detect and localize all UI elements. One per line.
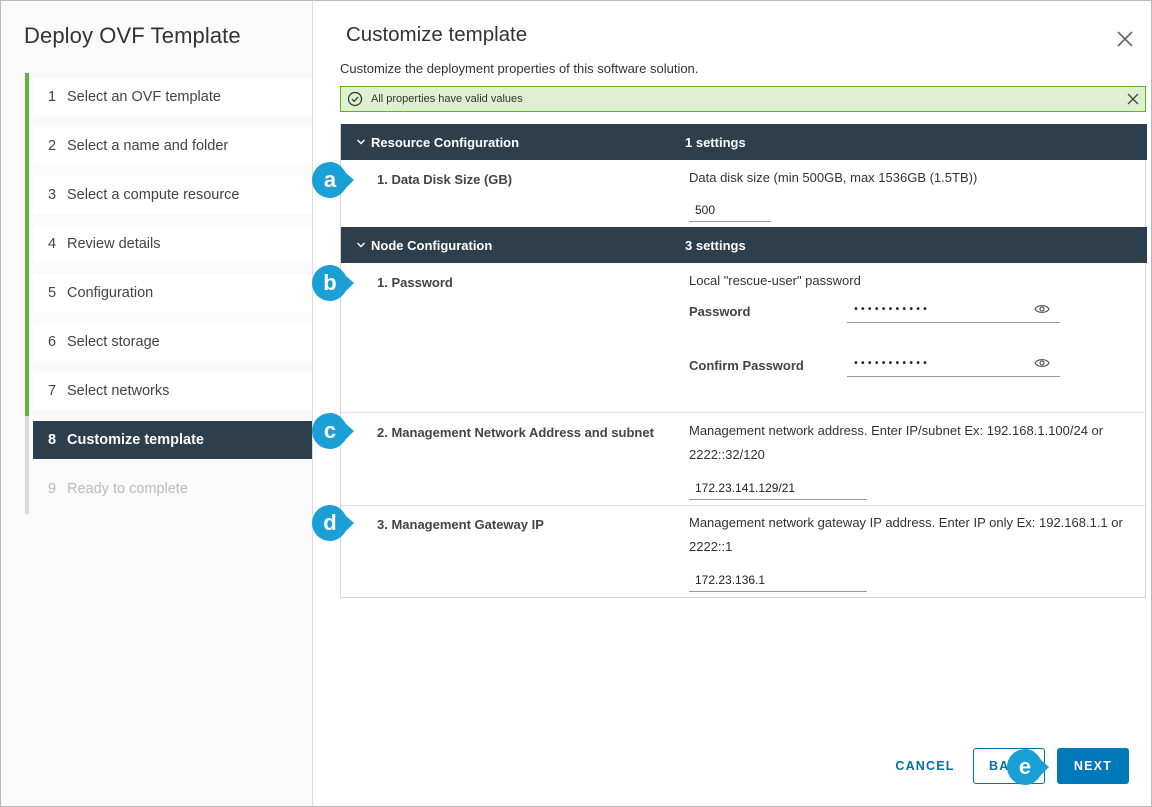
properties-table: Resource Configuration 1 settings 1. Dat… xyxy=(340,124,1147,598)
prop-desc-management-gateway-ip: Management network gateway IP address. E… xyxy=(689,515,1123,554)
step-number: 2 xyxy=(48,138,57,154)
callout-badge-c: c xyxy=(311,411,355,451)
password-input[interactable] xyxy=(847,297,1027,321)
callout-letter: e xyxy=(1018,754,1032,779)
alert-text: All properties have valid values xyxy=(371,93,523,105)
prop-desc-data-disk-size: Data disk size (min 500GB, max 1536GB (1… xyxy=(689,170,978,185)
step-number: 5 xyxy=(48,285,57,301)
step-stripe xyxy=(25,269,29,318)
confirm-password-input[interactable] xyxy=(847,351,1027,375)
step-label: Ready to complete xyxy=(67,481,188,497)
step-label: Select an OVF template xyxy=(67,89,221,105)
next-button[interactable]: NEXT xyxy=(1057,748,1129,784)
step-customize-template[interactable]: 8 Customize template xyxy=(25,416,312,465)
step-label: Select storage xyxy=(67,334,160,350)
password-field[interactable] xyxy=(847,297,1060,323)
step-label: Select a compute resource xyxy=(67,187,240,203)
group-header-node-configuration[interactable]: Node Configuration 3 settings xyxy=(341,227,1147,263)
step-select-networks[interactable]: 7 Select networks xyxy=(25,367,312,416)
main-panel: Customize template Customize the deploym… xyxy=(313,1,1151,806)
prop-label-data-disk-size: 1. Data Disk Size (GB) xyxy=(377,172,513,187)
check-circle-icon xyxy=(347,91,363,107)
row-divider xyxy=(341,505,1147,506)
eye-icon[interactable] xyxy=(1034,357,1050,369)
step-select-ovf-template[interactable]: 1 Select an OVF template xyxy=(25,73,312,122)
prop-label-management-gateway-ip: 3. Management Gateway IP xyxy=(377,517,544,532)
group-name: Resource Configuration xyxy=(371,134,520,150)
prop-label-management-network-address: 2. Management Network Address and subnet xyxy=(377,425,654,440)
eye-icon[interactable] xyxy=(1034,303,1050,315)
close-icon[interactable] xyxy=(1113,27,1137,51)
step-number: 1 xyxy=(48,89,57,105)
management-gateway-ip-input[interactable] xyxy=(689,568,867,592)
step-label: Select a name and folder xyxy=(67,138,229,154)
step-select-storage[interactable]: 6 Select storage xyxy=(25,318,312,367)
step-number: 6 xyxy=(48,334,57,350)
callout-badge-a: a xyxy=(311,160,355,200)
prop-desc-management-network-address: Management network address. Enter IP/sub… xyxy=(689,423,1104,462)
chevron-down-icon[interactable] xyxy=(355,136,367,148)
wizard-steps: 1 Select an OVF template 2 Select a name a… xyxy=(25,73,312,514)
group-header-resource-configuration[interactable]: Resource Configuration 1 settings xyxy=(341,124,1147,160)
step-select-compute-resource[interactable]: 3 Select a compute resource xyxy=(25,171,312,220)
confirm-password-field[interactable] xyxy=(847,351,1060,377)
step-label: Customize template xyxy=(67,432,204,448)
step-configuration[interactable]: 5 Configuration xyxy=(25,269,312,318)
close-icon[interactable] xyxy=(1125,91,1141,107)
step-number: 8 xyxy=(48,432,57,448)
step-ready-to-complete: 9 Ready to complete xyxy=(25,465,312,514)
callout-badge-b: b xyxy=(311,263,355,303)
step-stripe xyxy=(25,416,29,465)
step-label: Review details xyxy=(67,236,161,252)
step-stripe xyxy=(25,318,29,367)
wizard-title: Deploy OVF Template xyxy=(24,23,241,48)
step-stripe xyxy=(25,171,29,220)
step-select-name-folder[interactable]: 2 Select a name and folder xyxy=(25,122,312,171)
step-review-details[interactable]: 4 Review details xyxy=(25,220,312,269)
callout-letter: d xyxy=(323,510,337,535)
step-stripe xyxy=(25,73,29,122)
management-network-address-input[interactable] xyxy=(689,476,867,500)
prop-desc-password: Local "rescue-user" password xyxy=(689,273,861,288)
dialog: Deploy OVF Template 1 Select an OVF templ… xyxy=(0,0,1152,807)
step-number: 4 xyxy=(48,236,57,252)
step-stripe xyxy=(25,122,29,171)
callout-letter: c xyxy=(323,418,337,443)
step-number: 3 xyxy=(48,187,57,203)
data-disk-size-input[interactable] xyxy=(689,198,771,222)
group-count: 1 settings xyxy=(685,134,746,150)
row-divider xyxy=(341,412,1147,413)
step-label: Select networks xyxy=(67,383,170,399)
password-label: Password xyxy=(689,304,751,319)
callout-letter: b xyxy=(323,270,337,295)
prop-label-password: 1. Password xyxy=(377,275,453,290)
group-count: 3 settings xyxy=(685,237,746,253)
step-stripe xyxy=(25,465,29,514)
wizard-sidebar: Deploy OVF Template 1 Select an OVF templ… xyxy=(1,1,313,806)
callout-badge-d: d xyxy=(311,503,355,543)
chevron-down-icon[interactable] xyxy=(355,239,367,251)
callout-letter: a xyxy=(323,167,337,192)
page-subtitle: Customize the deployment properties of t… xyxy=(340,61,699,76)
step-stripe xyxy=(25,220,29,269)
group-name: Node Configuration xyxy=(371,237,493,253)
page-title: Customize template xyxy=(346,23,528,46)
callout-badge-e: e xyxy=(1006,747,1050,787)
step-number: 7 xyxy=(48,383,57,399)
cancel-button[interactable]: CANCEL xyxy=(883,749,967,783)
step-number: 9 xyxy=(48,481,57,497)
step-label: Configuration xyxy=(67,285,154,301)
success-alert: All properties have valid values xyxy=(340,86,1146,112)
step-stripe xyxy=(25,367,29,416)
confirm-password-label: Confirm Password xyxy=(689,358,804,373)
